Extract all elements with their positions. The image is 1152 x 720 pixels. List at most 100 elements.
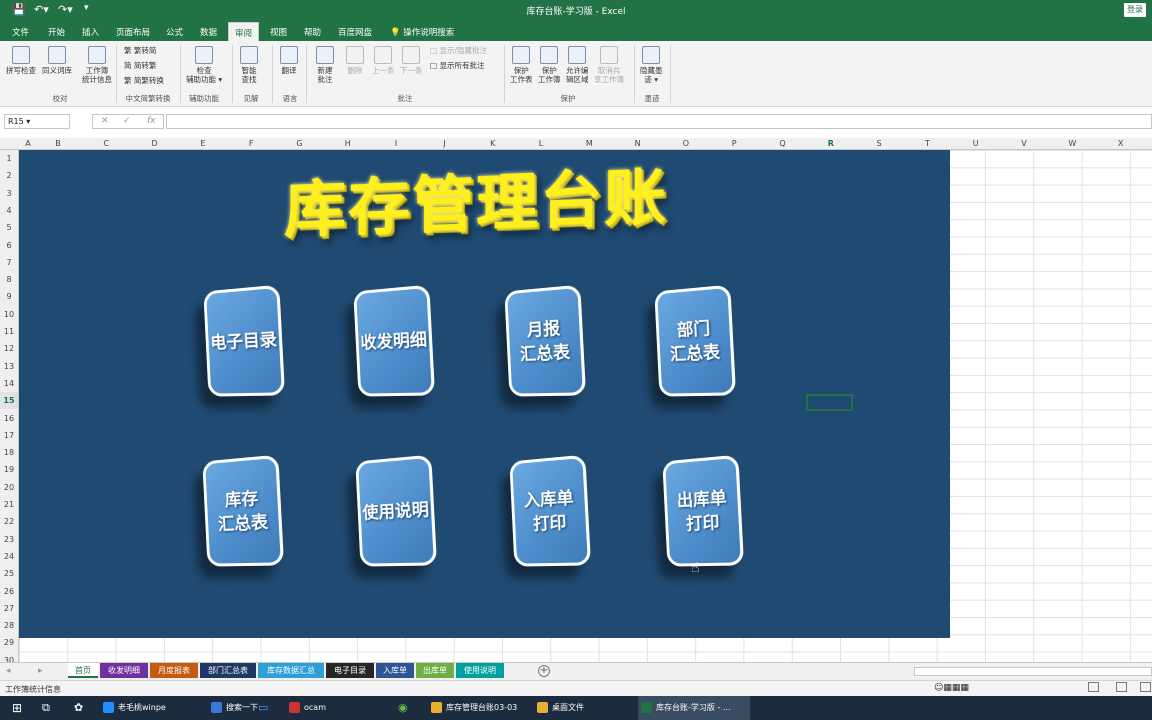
row-header[interactable]: 17 bbox=[0, 427, 18, 444]
row-header[interactable]: 3 bbox=[0, 185, 18, 202]
page-layout-view-icon[interactable] bbox=[1116, 682, 1127, 692]
row-header[interactable]: 26 bbox=[0, 583, 18, 600]
horizontal-scrollbar[interactable] bbox=[914, 667, 1152, 676]
tab-view[interactable]: 视图 bbox=[270, 26, 287, 38]
login-button[interactable]: 登录 bbox=[1124, 3, 1146, 17]
taskbar-item[interactable]: 老毛桃winpe bbox=[100, 696, 204, 720]
sheet-tab[interactable]: 部门汇总表 bbox=[200, 663, 256, 678]
prev-comment-button[interactable]: 上一条 bbox=[372, 46, 395, 75]
trad-to-simp-button[interactable]: 繁 繁转简 bbox=[124, 46, 156, 56]
column-header[interactable]: R bbox=[821, 139, 841, 148]
column-header[interactable]: U bbox=[966, 139, 986, 148]
column-header[interactable]: D bbox=[145, 139, 165, 148]
row-header[interactable]: 19 bbox=[0, 461, 18, 478]
simp-to-trad-button[interactable]: 简 简转繁 bbox=[124, 61, 156, 71]
name-box[interactable]: R15 ▾ bbox=[4, 114, 70, 129]
row-header[interactable]: 14 bbox=[0, 375, 18, 392]
row-header[interactable]: 18 bbox=[0, 444, 18, 461]
nav-button-monthly-summary[interactable]: 月报 汇总表 bbox=[504, 284, 587, 397]
sheet-tab[interactable]: 使用说明 bbox=[456, 663, 504, 678]
sheet-tab[interactable]: 首页 bbox=[68, 663, 98, 678]
column-header[interactable]: C bbox=[96, 139, 116, 148]
sheet-tab[interactable]: 电子目录 bbox=[326, 663, 374, 678]
taskbar-item[interactable]: ocam bbox=[286, 696, 386, 720]
allow-edit-ranges-button[interactable]: 允许编 辑区域 bbox=[566, 46, 589, 84]
column-header[interactable]: M bbox=[579, 139, 599, 148]
column-header[interactable]: T bbox=[917, 139, 937, 148]
row-header[interactable]: 7 bbox=[0, 254, 18, 271]
refresh-app-icon[interactable]: ◉ bbox=[398, 701, 408, 714]
row-header[interactable]: 1 bbox=[0, 150, 18, 167]
nav-button-instructions[interactable]: 使用说明 bbox=[355, 454, 438, 567]
row-header[interactable]: 2 bbox=[0, 167, 18, 184]
tab-data[interactable]: 数据 bbox=[200, 26, 217, 38]
window-icon[interactable]: ▭ bbox=[258, 701, 268, 714]
sheet-tab[interactable]: 出库单 bbox=[416, 663, 454, 678]
column-header[interactable]: J bbox=[434, 139, 454, 148]
tab-formulas[interactable]: 公式 bbox=[166, 26, 183, 38]
row-header[interactable]: 12 bbox=[0, 340, 18, 357]
row-header[interactable]: 6 bbox=[0, 237, 18, 254]
column-header[interactable]: S bbox=[869, 139, 889, 148]
hide-ink-button[interactable]: 隐藏墨迹 ▾ bbox=[640, 46, 663, 84]
taskbar-item[interactable]: 搜索一下 bbox=[208, 696, 258, 720]
next-comment-button[interactable]: 下一条 bbox=[400, 46, 423, 75]
tab-page-layout[interactable]: 页面布局 bbox=[116, 26, 150, 38]
row-header[interactable]: 28 bbox=[0, 617, 18, 634]
add-sheet-icon[interactable]: + bbox=[538, 665, 550, 677]
sheet-tab[interactable]: 入库单 bbox=[376, 663, 414, 678]
delete-comment-button[interactable]: 删除 bbox=[346, 46, 364, 75]
selected-cell-r15[interactable] bbox=[806, 394, 853, 411]
tell-me-search[interactable]: 💡 操作说明搜索 bbox=[390, 26, 454, 38]
column-header[interactable]: Q bbox=[773, 139, 793, 148]
row-header[interactable]: 10 bbox=[0, 306, 18, 323]
tab-help[interactable]: 帮助 bbox=[304, 26, 321, 38]
translate-button[interactable]: 翻译 bbox=[280, 46, 298, 75]
formula-input[interactable] bbox=[166, 114, 1152, 129]
check-accessibility-button[interactable]: 检查 辅助功能 ▾ bbox=[186, 46, 222, 84]
enter-icon[interactable]: ✓ bbox=[123, 116, 131, 126]
column-header[interactable]: B bbox=[48, 139, 68, 148]
sheet-tab[interactable]: 库存数据汇总 bbox=[258, 663, 324, 678]
row-header[interactable]: 16 bbox=[0, 410, 18, 427]
insert-function-icon[interactable]: fx bbox=[147, 116, 156, 126]
row-header[interactable]: 15 bbox=[0, 392, 18, 410]
column-header[interactable]: N bbox=[628, 139, 648, 148]
column-header[interactable]: F bbox=[241, 139, 261, 148]
protect-workbook-button[interactable]: 保护 工作簿 bbox=[538, 46, 561, 84]
nav-button-electronic-catalog[interactable]: 电子目录 bbox=[203, 284, 286, 397]
column-header[interactable]: P bbox=[724, 139, 744, 148]
sheet-tab[interactable]: 月度报表 bbox=[150, 663, 198, 678]
cancel-icon[interactable]: ✕ bbox=[101, 116, 109, 126]
row-header[interactable]: 8 bbox=[0, 271, 18, 288]
windows-start-icon[interactable]: ⊞ bbox=[12, 701, 22, 715]
tab-file[interactable]: 文件 bbox=[12, 26, 29, 38]
new-comment-button[interactable]: 新建 批注 bbox=[316, 46, 334, 84]
task-view-icon[interactable]: ⧉ bbox=[42, 701, 50, 715]
row-header[interactable]: 27 bbox=[0, 600, 18, 617]
row-header[interactable]: 21 bbox=[0, 496, 18, 513]
smart-lookup-button[interactable]: 智能 查找 bbox=[240, 46, 258, 84]
show-hide-comment-button[interactable]: □ 显示/隐藏批注 bbox=[430, 46, 487, 56]
column-header[interactable]: K bbox=[483, 139, 503, 148]
tab-insert[interactable]: 插入 bbox=[82, 26, 99, 38]
column-header[interactable]: A bbox=[18, 139, 38, 148]
taskbar-item[interactable]: 库存管理台账03-03 bbox=[428, 696, 528, 720]
show-all-comments-button[interactable]: □ 显示所有批注 bbox=[430, 61, 484, 71]
nav-button-print-outbound[interactable]: 出库单 打印 bbox=[662, 454, 745, 567]
row-header[interactable]: 23 bbox=[0, 531, 18, 548]
tab-review[interactable]: 审阅 bbox=[228, 22, 260, 41]
column-header[interactable]: E bbox=[193, 139, 213, 148]
thesaurus-button[interactable]: 同义词库 bbox=[42, 46, 72, 75]
column-header[interactable]: I bbox=[386, 139, 406, 148]
app-icon[interactable]: ✿ bbox=[74, 701, 83, 714]
row-header[interactable]: 22 bbox=[0, 513, 18, 530]
normal-view-icon[interactable] bbox=[1088, 682, 1099, 692]
protect-sheet-button[interactable]: 保护 工作表 bbox=[510, 46, 533, 84]
column-header[interactable]: H bbox=[338, 139, 358, 148]
workbook-stats-button[interactable]: 工作簿 统计信息 bbox=[82, 46, 112, 84]
unshare-workbook-button[interactable]: 取消共 享工作簿 bbox=[594, 46, 624, 84]
spell-check-button[interactable]: 拼写检查 bbox=[6, 46, 36, 75]
nav-button-print-inbound[interactable]: 入库单 打印 bbox=[509, 454, 592, 567]
scroll-right-icon[interactable]: ▸ bbox=[38, 666, 43, 676]
